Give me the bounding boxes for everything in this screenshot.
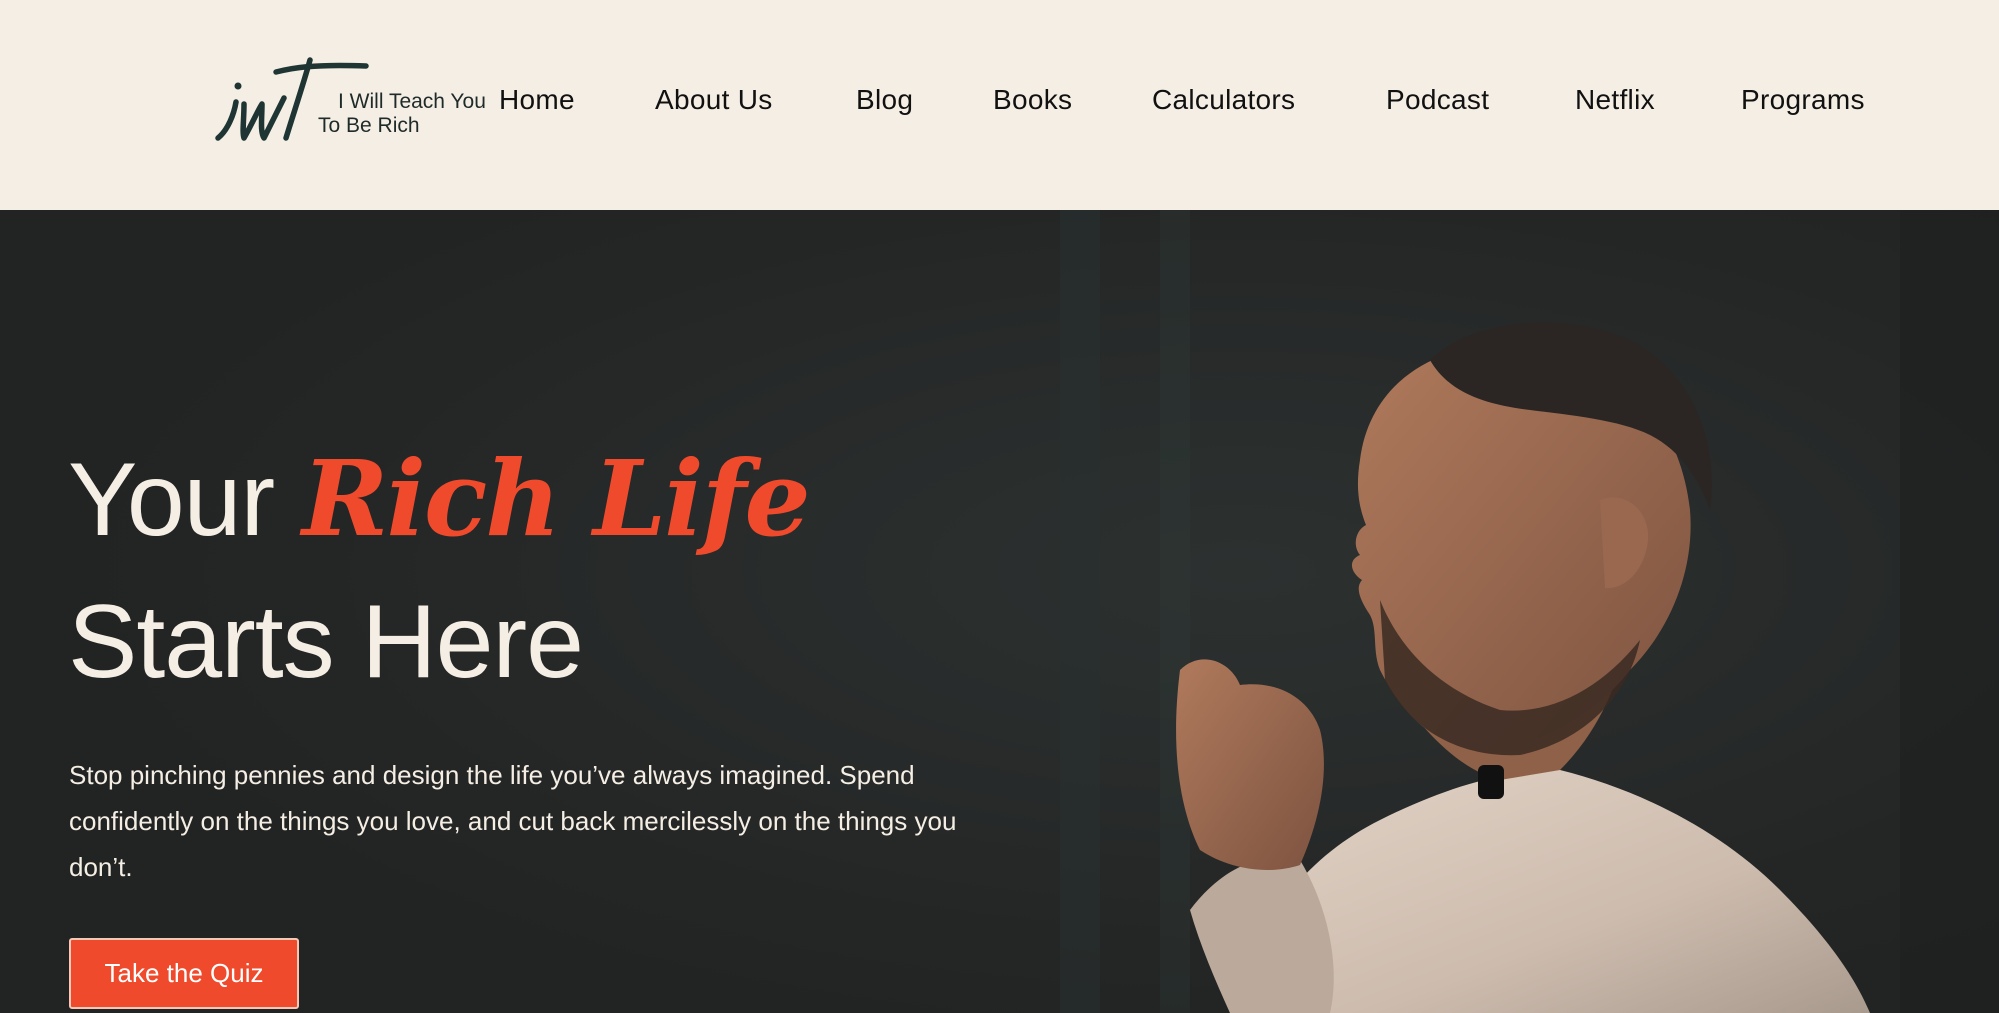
nav-item-programs[interactable]: Programs bbox=[1741, 84, 1865, 116]
headline-accent: Rich Life bbox=[302, 437, 811, 560]
headline-part2: Starts Here bbox=[68, 584, 584, 700]
nav-item-blog[interactable]: Blog bbox=[856, 84, 913, 116]
logo-text-line1: I Will Teach You bbox=[338, 90, 486, 113]
nav-item-podcast[interactable]: Podcast bbox=[1386, 84, 1489, 116]
hero-section: Your Rich Life Starts Here Stop pinching … bbox=[0, 210, 1999, 1013]
hero-subtext: Stop pinching pennies and design the lif… bbox=[69, 760, 957, 882]
site-logo[interactable]: I Will Teach You To Be Rich bbox=[214, 52, 514, 148]
nav-item-calculators[interactable]: Calculators bbox=[1152, 84, 1295, 116]
logo-text-line2: To Be Rich bbox=[318, 114, 420, 137]
nav-item-netflix[interactable]: Netflix bbox=[1575, 84, 1655, 116]
nav-item-books[interactable]: Books bbox=[993, 84, 1072, 116]
hero-headline: Your Rich Life Starts Here bbox=[68, 428, 811, 713]
headline-part1: Your bbox=[68, 442, 303, 558]
nav-item-about-us[interactable]: About Us bbox=[655, 84, 773, 116]
take-quiz-button[interactable]: Take the Quiz bbox=[69, 938, 299, 1009]
nav-item-home[interactable]: Home bbox=[499, 84, 575, 116]
site-header: I Will Teach You To Be Rich Home About U… bbox=[0, 0, 1999, 210]
